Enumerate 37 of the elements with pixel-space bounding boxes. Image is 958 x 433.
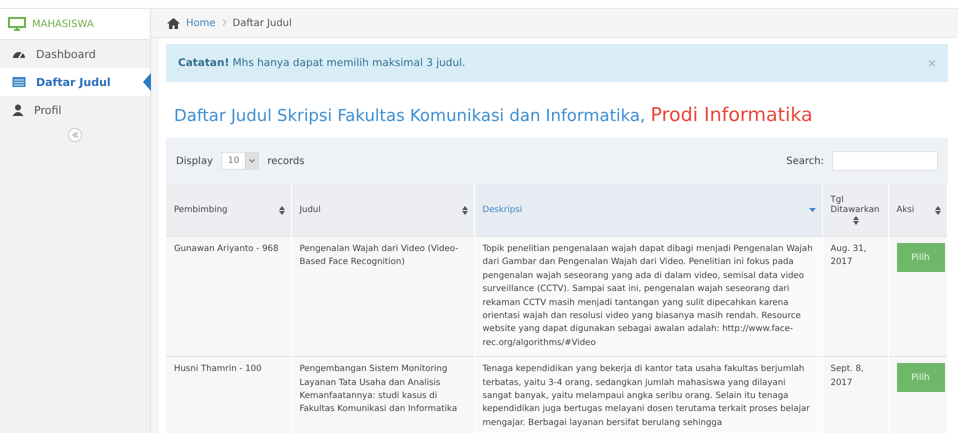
sidebar-header: MAHASISWA (32, 18, 94, 30)
supervisor-cell: Gunawan Ariyanto - 968 (166, 236, 291, 357)
page-title: Daftar Judul Skripsi Fakultas Komunikasi dan Informatika, Prodi Informatika (174, 106, 813, 125)
column-header[interactable]: Judul (291, 184, 474, 236)
chevron-icon (222, 18, 227, 26)
date-cell: Sept. 8, 2017 (822, 356, 888, 433)
sort-icon[interactable] (853, 216, 859, 225)
title-cell: Pengembangan Sistem Monitoring Layanan Tata Usaha dan Analisis Kemanfaatannya: studi kasus di Fakultas Komunikasi dan Informatika (291, 356, 474, 433)
records-label: records (267, 156, 304, 166)
breadcrumb-link[interactable]: Home (186, 18, 216, 28)
breadcrumb-current: Daftar Judul (232, 18, 292, 28)
supervisor-cell: Husni Thamrin - 100 (166, 356, 291, 433)
sort-icon[interactable] (462, 206, 468, 214)
column-header[interactable]: Pembimbing (166, 184, 291, 236)
column-header[interactable]: Tgl Ditawarkan (822, 184, 888, 236)
search-field[interactable] (832, 151, 938, 171)
title-cell: Pengenalan Wajah dari Video (Video-Based Face Recognition) (291, 236, 474, 357)
home-icon (167, 18, 180, 28)
alert-message: Catatan! Mhs hanya dapat memilih maksimal 3 judul. (178, 57, 466, 69)
display-label: Display (176, 156, 213, 166)
description-cell: Topik penelitian pengenalaan wajah dapat dibagi menjadi Pengenalan Wajah dari Gambar dan Pengenalan Wajah dari Video. Penelitian ini fokus pada pengenalan wajah seseorang yang ada di dalam video, semisal data video surveillance (CCTV). Sampai saat ini, pengenalan wajah seseorang dari rekaman CCTV masih menjadi tantangan yang sulit dipecahkan karena orientasi wajah dan resolusi video yang biasanya masih rendah. Resource website yang dapat digunakan sebagai awalan adalah: http://www.face-rec.org/algorithms/#Video (474, 236, 822, 357)
chevron-down-icon (249, 159, 256, 163)
sort-icon[interactable] (278, 206, 284, 214)
search-label: Search: (786, 156, 824, 166)
sort-icon[interactable] (935, 206, 941, 214)
column-header[interactable]: Deskripsi (474, 184, 822, 236)
sidebar-item[interactable]: Dashboard (0, 40, 150, 68)
sort-descending-icon[interactable] (808, 208, 816, 212)
date-cell: Aug. 31, 2017 (822, 236, 888, 357)
list-icon (12, 76, 26, 88)
monitor-icon (8, 17, 26, 31)
sidebar-item[interactable]: Daftar Judul (0, 68, 150, 96)
page-size-select[interactable]: 10 (220, 152, 260, 170)
sidebar-item[interactable]: Profil (0, 96, 150, 124)
user-icon (12, 104, 24, 116)
description-cell: Tenaga kependidikan yang bekerja di kantor tata usaha fakultas berjumlah terbatas, yaitu 3-4 orang, sedangkan jumlah mahasiswa yang dilayani sangat banyak, yaitu melampaui angka seribu orang. Selain itu tenaga kependidikan juga bertugas melayani dosen terutama terkait proses belajar mengajar. Berbagai layanan bersifat berulang sehingga (474, 356, 822, 433)
column-header[interactable]: Aksi (888, 184, 948, 236)
